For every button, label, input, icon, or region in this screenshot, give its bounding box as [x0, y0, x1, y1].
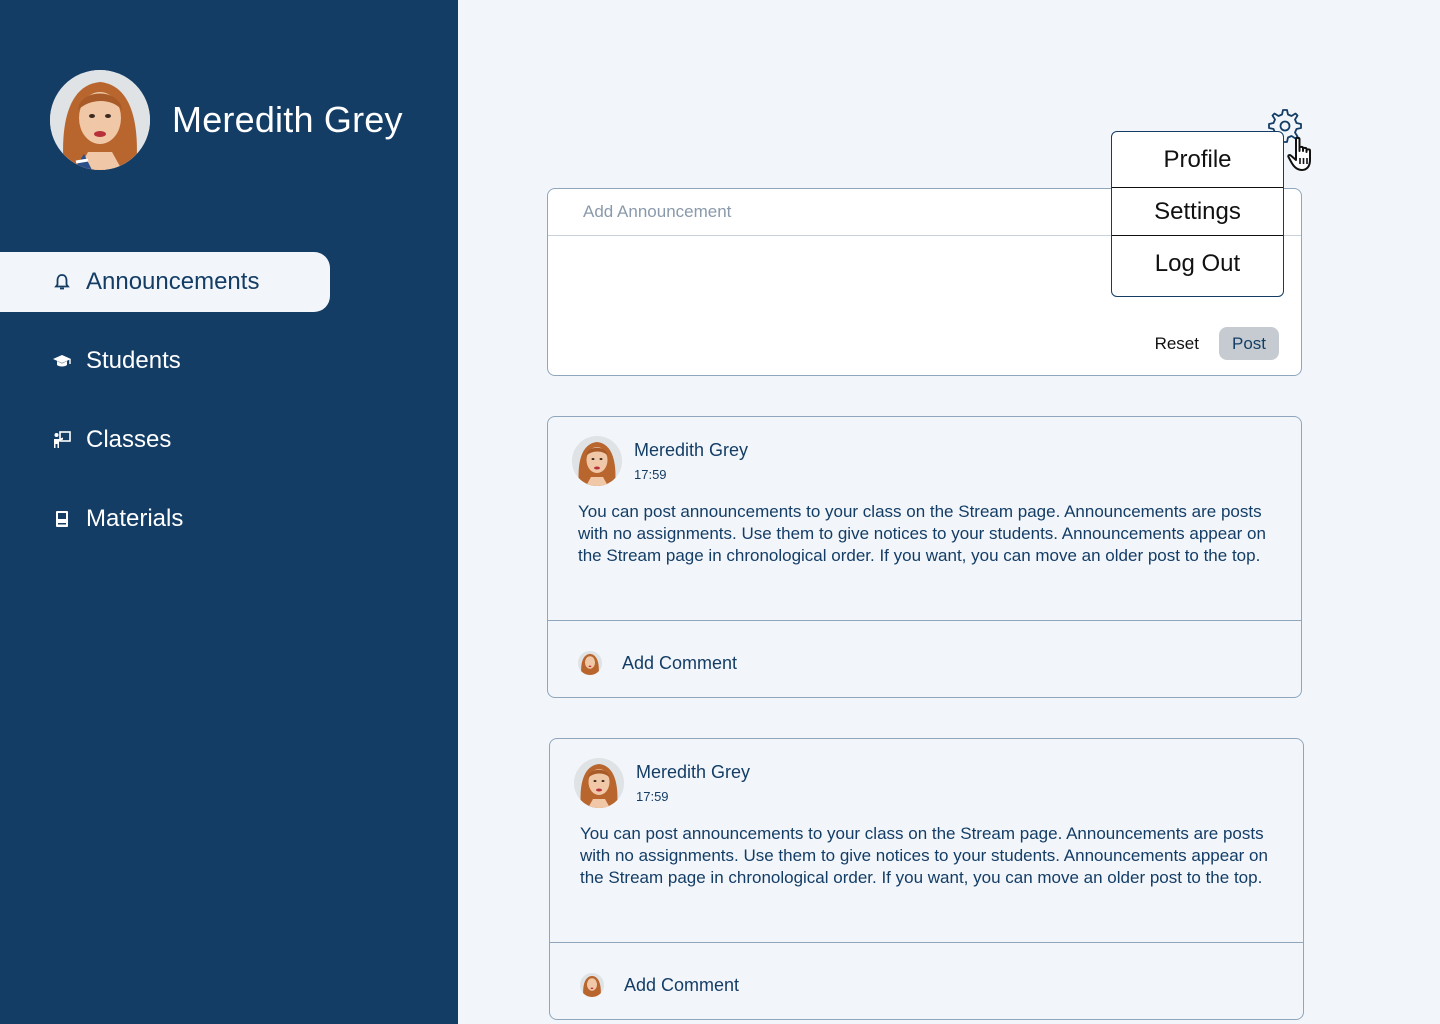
reset-button[interactable]: Reset: [1155, 334, 1199, 354]
add-comment-button[interactable]: Add Comment: [580, 973, 739, 997]
divider: [550, 942, 1303, 943]
menu-item-log-out[interactable]: Log Out: [1112, 236, 1283, 292]
sidebar-item-materials[interactable]: Materials: [0, 489, 330, 549]
sidebar-item-students[interactable]: Students: [0, 331, 330, 391]
post-author: Meredith Grey: [636, 762, 751, 782]
sidebar-item-label: Students: [86, 347, 181, 374]
user-name: Meredith Grey: [172, 99, 403, 140]
composer-actions: Reset Post: [1155, 327, 1279, 360]
sidebar-item-announcements[interactable]: Announcements: [0, 252, 330, 312]
avatar: [578, 651, 602, 675]
sidebar-nav: Announcements Students Classes Materials: [0, 252, 458, 568]
avatar: [574, 758, 624, 808]
add-comment-label: Add Comment: [622, 652, 738, 673]
add-comment-button[interactable]: Add Comment: [578, 651, 737, 675]
pointer-cursor-icon: [1286, 136, 1320, 174]
post-timestamp: 17:59: [636, 789, 669, 804]
graduation-cap-icon: [50, 349, 74, 373]
sidebar-item-label: Classes: [86, 426, 172, 453]
sidebar-item-classes[interactable]: Classes: [0, 410, 330, 470]
post-author: Meredith Grey: [634, 440, 749, 460]
avatar: [580, 973, 604, 997]
sidebar-item-label: Materials: [86, 505, 184, 532]
post-button[interactable]: Post: [1219, 327, 1279, 360]
post-header: Meredith Grey 17:59: [572, 436, 748, 486]
post-body: You can post announcements to your class…: [580, 824, 1268, 887]
post-meta: Meredith Grey 17:59: [634, 440, 748, 482]
user-profile: Meredith Grey: [50, 70, 403, 170]
sidebar-item-label: Announcements: [86, 268, 260, 295]
add-comment-label: Add Comment: [624, 974, 740, 995]
bell-icon: [50, 270, 74, 294]
post-meta: Meredith Grey 17:59: [636, 762, 750, 804]
settings-dropdown: Profile Settings Log Out: [1111, 131, 1284, 297]
divider: [548, 620, 1301, 621]
announcement-post: Meredith Grey 17:59 You can post announc…: [549, 738, 1304, 1020]
post-body: You can post announcements to your class…: [578, 502, 1266, 565]
announcement-post: Meredith Grey 17:59 You can post announc…: [547, 416, 1302, 698]
classroom-icon: [50, 428, 74, 452]
menu-item-settings[interactable]: Settings: [1112, 188, 1283, 236]
book-icon: [50, 507, 74, 531]
post-timestamp: 17:59: [634, 467, 667, 482]
avatar: [50, 70, 150, 170]
post-header: Meredith Grey 17:59: [574, 758, 750, 808]
sidebar: Meredith Grey Announcements Students Cla…: [0, 0, 458, 1024]
avatar: [572, 436, 622, 486]
menu-item-profile[interactable]: Profile: [1112, 132, 1283, 188]
